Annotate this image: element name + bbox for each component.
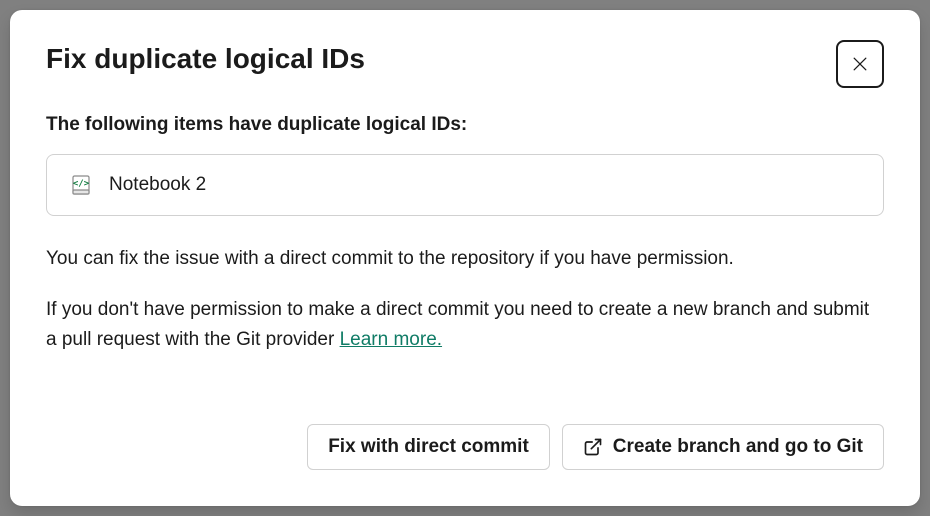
item-label: Notebook 2 [109, 174, 206, 196]
body-text-branch-prefix: If you don't have permission to make a d… [46, 299, 869, 349]
external-link-icon [583, 437, 603, 457]
duplicate-item-card: </> Notebook 2 [46, 154, 884, 216]
dialog-title: Fix duplicate logical IDs [46, 42, 365, 76]
notebook-icon: </> [69, 173, 93, 197]
close-icon [850, 54, 870, 74]
body-text-permission: You can fix the issue with a direct comm… [46, 244, 884, 273]
dialog-header: Fix duplicate logical IDs [46, 42, 884, 88]
fix-button-label: Fix with direct commit [328, 436, 529, 458]
dialog-footer: Fix with direct commit Create branch and… [46, 424, 884, 470]
body-text-branch: If you don't have permission to make a d… [46, 295, 884, 354]
learn-more-link[interactable]: Learn more. [340, 329, 442, 350]
create-branch-button[interactable]: Create branch and go to Git [562, 424, 884, 470]
dialog: Fix duplicate logical IDs The following … [10, 10, 920, 506]
svg-text:</>: </> [73, 179, 90, 189]
close-button[interactable] [836, 40, 884, 88]
create-button-label: Create branch and go to Git [613, 436, 863, 458]
dialog-subtitle: The following items have duplicate logic… [46, 114, 884, 136]
fix-direct-commit-button[interactable]: Fix with direct commit [307, 424, 550, 470]
